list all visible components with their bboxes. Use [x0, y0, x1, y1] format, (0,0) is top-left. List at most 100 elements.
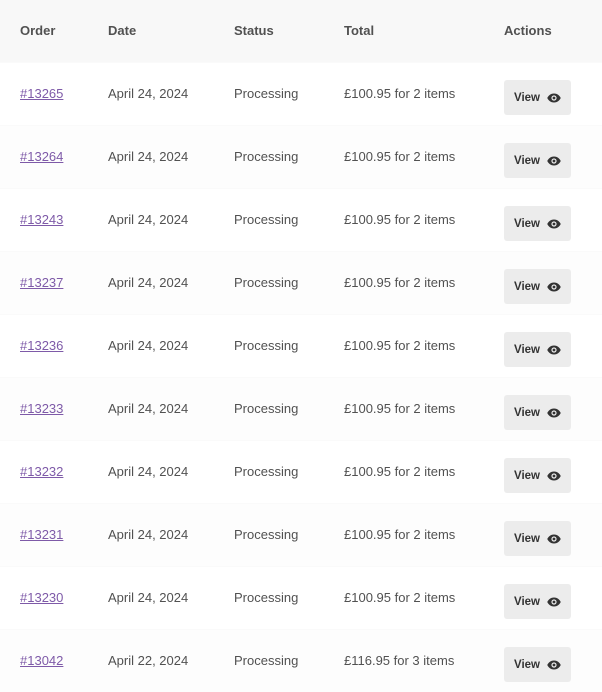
order-number-link[interactable]: #13237: [20, 275, 63, 290]
order-total: £100.95 for 2 items: [344, 124, 504, 188]
order-number-link[interactable]: #13042: [20, 653, 63, 668]
order-number-cell: #13231: [0, 502, 108, 566]
header-order: Order: [20, 23, 56, 39]
order-status: Processing: [234, 187, 344, 251]
order-total: £100.95 for 2 items: [344, 565, 504, 629]
orders-table-body: #13265 April 24, 2024 Processing £100.95…: [0, 61, 602, 692]
eye-icon: [547, 219, 561, 229]
order-date: April 24, 2024: [108, 187, 234, 251]
view-button-label: View: [514, 154, 540, 167]
order-number-cell: #13265: [0, 61, 108, 125]
order-date: April 24, 2024: [108, 313, 234, 377]
order-actions-cell: View: [504, 313, 602, 377]
order-actions-cell: View: [504, 628, 602, 692]
order-number-cell: #13243: [0, 187, 108, 251]
view-order-button[interactable]: View: [504, 143, 571, 178]
order-status: Processing: [234, 124, 344, 188]
view-button-label: View: [514, 91, 540, 104]
view-order-button[interactable]: View: [504, 584, 571, 619]
table-row: #13265 April 24, 2024 Processing £100.95…: [0, 61, 602, 125]
order-actions-cell: View: [504, 61, 602, 125]
view-order-button[interactable]: View: [504, 269, 571, 304]
eye-icon: [547, 156, 561, 166]
order-number-cell: #13233: [0, 376, 108, 440]
view-button-label: View: [514, 343, 540, 356]
order-total: £100.95 for 2 items: [344, 61, 504, 125]
view-order-button[interactable]: View: [504, 332, 571, 367]
order-date: April 24, 2024: [108, 439, 234, 503]
order-actions-cell: View: [504, 376, 602, 440]
view-button-label: View: [514, 595, 540, 608]
table-row: #13236 April 24, 2024 Processing £100.95…: [0, 313, 602, 377]
order-status: Processing: [234, 439, 344, 503]
eye-icon: [547, 534, 561, 544]
eye-icon: [547, 471, 561, 481]
table-row: #13233 April 24, 2024 Processing £100.95…: [0, 376, 602, 440]
order-date: April 24, 2024: [108, 124, 234, 188]
order-total: £100.95 for 2 items: [344, 250, 504, 314]
orders-table: Order Date Status Total Actions #13265 A…: [0, 0, 602, 692]
order-number-cell: #13230: [0, 565, 108, 629]
view-order-button[interactable]: View: [504, 521, 571, 556]
eye-icon: [547, 93, 561, 103]
order-date: April 24, 2024: [108, 502, 234, 566]
order-number-link[interactable]: #13231: [20, 527, 63, 542]
order-number-cell: #13232: [0, 439, 108, 503]
order-number-link[interactable]: #13265: [20, 86, 63, 101]
order-date: April 24, 2024: [108, 61, 234, 125]
order-actions-cell: View: [504, 439, 602, 503]
order-status: Processing: [234, 502, 344, 566]
order-number-link[interactable]: #13233: [20, 401, 63, 416]
order-actions-cell: View: [504, 565, 602, 629]
order-status: Processing: [234, 313, 344, 377]
view-button-label: View: [514, 469, 540, 482]
order-total: £100.95 for 2 items: [344, 439, 504, 503]
order-date: April 22, 2024: [108, 628, 234, 692]
view-button-label: View: [514, 280, 540, 293]
table-row: #13231 April 24, 2024 Processing £100.95…: [0, 502, 602, 566]
order-number-cell: #13264: [0, 124, 108, 188]
header-status: Status: [234, 23, 274, 39]
view-order-button[interactable]: View: [504, 647, 571, 683]
order-date: April 24, 2024: [108, 250, 234, 314]
view-button-label: View: [514, 406, 540, 419]
header-actions: Actions: [504, 23, 552, 39]
order-number-cell: #13236: [0, 313, 108, 377]
order-actions-cell: View: [504, 124, 602, 188]
order-total: £116.95 for 3 items: [344, 628, 504, 692]
eye-icon: [547, 660, 561, 670]
table-row: #13230 April 24, 2024 Processing £100.95…: [0, 565, 602, 629]
view-button-label: View: [514, 532, 540, 545]
order-total: £100.95 for 2 items: [344, 376, 504, 440]
view-order-button[interactable]: View: [504, 206, 571, 241]
eye-icon: [547, 345, 561, 355]
table-row: #13264 April 24, 2024 Processing £100.95…: [0, 124, 602, 188]
table-header-row: Order Date Status Total Actions: [0, 0, 602, 62]
view-button-label: View: [514, 658, 540, 671]
view-order-button[interactable]: View: [504, 80, 571, 115]
order-number-link[interactable]: #13236: [20, 338, 63, 353]
order-actions-cell: View: [504, 187, 602, 251]
view-order-button[interactable]: View: [504, 395, 571, 430]
order-number-cell: #13042: [0, 628, 108, 692]
order-number-link[interactable]: #13243: [20, 212, 63, 227]
header-total: Total: [344, 23, 375, 39]
eye-icon: [547, 282, 561, 292]
order-status: Processing: [234, 565, 344, 629]
table-row: #13232 April 24, 2024 Processing £100.95…: [0, 439, 602, 503]
order-status: Processing: [234, 376, 344, 440]
eye-icon: [547, 597, 561, 607]
eye-icon: [547, 408, 561, 418]
order-actions-cell: View: [504, 502, 602, 566]
order-number-link[interactable]: #13264: [20, 149, 63, 164]
order-total: £100.95 for 2 items: [344, 187, 504, 251]
order-number-link[interactable]: #13230: [20, 590, 63, 605]
order-number-link[interactable]: #13232: [20, 464, 63, 479]
view-order-button[interactable]: View: [504, 458, 571, 493]
table-row: #13237 April 24, 2024 Processing £100.95…: [0, 250, 602, 314]
order-total: £100.95 for 2 items: [344, 313, 504, 377]
order-date: April 24, 2024: [108, 565, 234, 629]
order-number-cell: #13237: [0, 250, 108, 314]
order-status: Processing: [234, 61, 344, 125]
order-total: £100.95 for 2 items: [344, 502, 504, 566]
